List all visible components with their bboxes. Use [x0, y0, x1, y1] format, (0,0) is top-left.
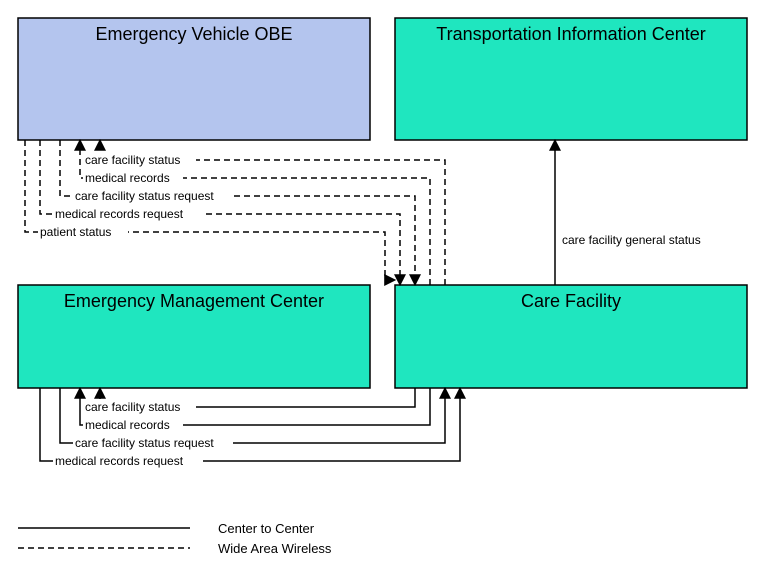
- node-tic: Transportation Information Center: [395, 18, 747, 140]
- node-cf-label: Care Facility: [521, 291, 621, 311]
- flow-bottom-1-label: care facility status: [85, 400, 180, 414]
- flow-top-1-label: care facility status: [85, 153, 180, 167]
- flow-bottom-3-label: care facility status request: [75, 436, 214, 450]
- flow-top-4-label: medical records request: [55, 207, 184, 221]
- flow-cf-tic: care facility general status: [555, 140, 725, 285]
- node-emc-label: Emergency Management Center: [64, 291, 324, 311]
- flow-bottom-1: care facility status: [83, 388, 415, 414]
- flow-top-2-label: medical records: [85, 171, 170, 185]
- legend-solid-label: Center to Center: [218, 521, 315, 536]
- node-tic-label: Transportation Information Center: [436, 24, 705, 44]
- flow-cf-tic-label: care facility general status: [562, 233, 701, 247]
- node-ev-obe-label: Emergency Vehicle OBE: [95, 24, 292, 44]
- legend: Center to Center Wide Area Wireless: [18, 521, 332, 556]
- legend-dashed-label: Wide Area Wireless: [218, 541, 332, 556]
- flow-top-5-label: patient status: [40, 225, 111, 239]
- flow-bottom-2-label: medical records: [85, 418, 170, 432]
- flow-bottom-4-label: medical records request: [55, 454, 184, 468]
- node-emc: Emergency Management Center: [18, 285, 370, 388]
- flow-top-3-label: care facility status request: [75, 189, 214, 203]
- node-cf: Care Facility: [395, 285, 747, 388]
- architecture-diagram: Emergency Vehicle OBE Transportation Inf…: [0, 0, 764, 583]
- node-ev-obe: Emergency Vehicle OBE: [18, 18, 370, 140]
